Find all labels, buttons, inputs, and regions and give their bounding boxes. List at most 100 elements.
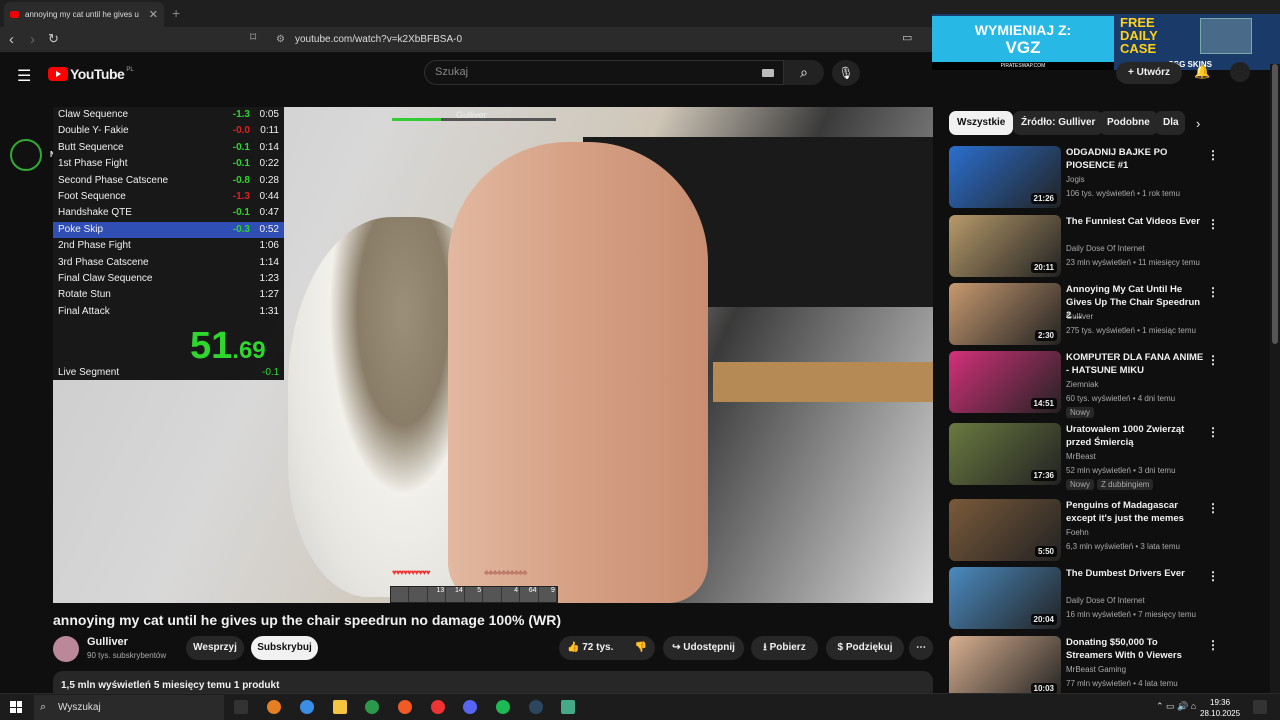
- app-icon[interactable]: [267, 700, 281, 714]
- video-thumbnail[interactable]: 14:51: [949, 351, 1061, 413]
- split-delta: -0.1: [232, 141, 250, 153]
- windows-start-icon[interactable]: [10, 701, 22, 713]
- url-field[interactable]: ⚙ youtube.com/watch?v=k2XbBFBSA-0: [270, 31, 910, 49]
- account-avatar[interactable]: [1230, 62, 1250, 82]
- cast-icon[interactable]: ▭: [902, 31, 912, 44]
- back-icon[interactable]: ‹: [9, 31, 14, 48]
- task-view-icon[interactable]: [234, 700, 248, 714]
- search-button[interactable]: ⌕: [784, 60, 824, 85]
- taskbar-search[interactable]: ⌕ Wyszukaj: [34, 695, 224, 720]
- notifications-bell-icon[interactable]: 🔔: [1194, 64, 1210, 80]
- split-row: 3rd Phase Catscene 1:14: [53, 255, 284, 271]
- more-options-icon[interactable]: ⋮: [1207, 425, 1219, 439]
- keyboard-icon[interactable]: [762, 69, 774, 77]
- filter-chip[interactable]: Dla: [1155, 111, 1185, 135]
- recommendation-channel[interactable]: MrBeast Gaming: [1066, 665, 1126, 674]
- recommendation-title[interactable]: KOMPUTER DLA FANA ANIME - HATSUNE MIKU: [1066, 351, 1206, 377]
- notification-center-icon[interactable]: [1253, 700, 1267, 714]
- reload-icon[interactable]: ↻: [48, 31, 59, 47]
- recommendation-item[interactable]: 20:11 The Funniest Cat Videos Ever Daily D…: [949, 215, 1259, 279]
- more-actions-button[interactable]: ⋯: [909, 636, 933, 660]
- brave-icon[interactable]: [398, 700, 412, 714]
- more-options-icon[interactable]: ⋮: [1207, 353, 1219, 367]
- app-icon[interactable]: [431, 700, 445, 714]
- filter-chip[interactable]: Podobne: [1099, 111, 1158, 135]
- spotify-icon[interactable]: [496, 700, 510, 714]
- more-options-icon[interactable]: ⋮: [1207, 638, 1219, 652]
- download-button[interactable]: ⭳ Pobierz: [751, 636, 818, 660]
- discord-icon[interactable]: [463, 700, 477, 714]
- voice-search-button[interactable]: 🎙: [832, 60, 860, 86]
- chrome-icon[interactable]: [365, 700, 379, 714]
- ad-banner[interactable]: WYMIENIAJ Z: VGZ PIRATESWAP.COM FREE DAI…: [932, 14, 1280, 70]
- recommendation-item[interactable]: 21:26 ODGADNIJ BAJKE PO PIOSENCE #1 Jogis 1…: [949, 146, 1259, 210]
- bookmark-icon[interactable]: ⌑: [250, 30, 256, 44]
- more-options-icon[interactable]: ⋮: [1207, 285, 1219, 299]
- page-scrollbar[interactable]: [1270, 64, 1280, 700]
- more-options-icon[interactable]: ⋮: [1207, 217, 1219, 231]
- minecraft-icon[interactable]: [561, 700, 575, 714]
- recommendation-title[interactable]: The Dumbest Drivers Ever: [1066, 567, 1206, 580]
- video-thumbnail[interactable]: 2:30: [949, 283, 1061, 345]
- filter-chip[interactable]: Wszystkie: [949, 111, 1014, 135]
- recommendation-channel[interactable]: Daily Dose Of Internet: [1066, 244, 1145, 253]
- recommendation-channel[interactable]: MrBeast: [1066, 452, 1096, 461]
- recommendation-meta: 77 mln wyświetleń • 4 lata temu: [1066, 679, 1178, 688]
- chevron-right-icon[interactable]: ›: [1196, 116, 1200, 131]
- recommendation-title[interactable]: Penguins of Madagascar except it's just …: [1066, 499, 1206, 525]
- new-tab-icon[interactable]: +: [172, 5, 180, 21]
- site-info-icon[interactable]: ⚙: [276, 31, 285, 49]
- side-channel-avatar[interactable]: [10, 139, 42, 171]
- more-options-icon[interactable]: ⋮: [1207, 569, 1219, 583]
- recommendation-item[interactable]: 5:50 Penguins of Madagascar except it's j…: [949, 499, 1259, 563]
- dislike-button[interactable]: 👎: [627, 636, 655, 660]
- recommendation-title[interactable]: ODGADNIJ BAJKE PO PIOSENCE #1: [1066, 146, 1206, 172]
- app-icon[interactable]: [300, 700, 314, 714]
- system-tray-icons[interactable]: ⌃ ▭ 🔊 ⌂: [1156, 701, 1196, 712]
- video-thumbnail[interactable]: 5:50: [949, 499, 1061, 561]
- subscribe-button[interactable]: Subskrybuj: [251, 636, 318, 660]
- channel-name[interactable]: Gulliver: [87, 636, 128, 648]
- create-button[interactable]: + Utwórz: [1116, 62, 1182, 84]
- youtube-logo[interactable]: YouTube PL: [48, 66, 134, 82]
- steam-icon[interactable]: [529, 700, 543, 714]
- download-label: Pobierz: [769, 642, 806, 653]
- hamburger-menu-icon[interactable]: ☰: [17, 66, 31, 86]
- file-explorer-icon[interactable]: [333, 700, 347, 714]
- recommendation-channel[interactable]: Daily Dose Of Internet: [1066, 596, 1145, 605]
- channel-avatar[interactable]: [53, 636, 79, 662]
- browser-tab[interactable]: annoying my cat until he gives u ✕: [4, 2, 164, 27]
- recommendation-title[interactable]: The Funniest Cat Videos Ever: [1066, 215, 1206, 228]
- recommendation-title[interactable]: Uratowałem 1000 Zwierząt przed Śmiercią: [1066, 423, 1206, 449]
- recommendation-item[interactable]: 2:30 Annoying My Cat Until He Gives Up Th…: [949, 283, 1259, 347]
- share-button[interactable]: ↪ Udostępnij: [663, 636, 744, 660]
- share-label: Udostępnij: [683, 642, 735, 653]
- video-thumbnail[interactable]: 10:03: [949, 636, 1061, 698]
- more-options-icon[interactable]: ⋮: [1207, 148, 1219, 162]
- support-button[interactable]: Wesprzyj: [186, 636, 244, 660]
- speedrun-timer: 51.69: [190, 325, 266, 368]
- forward-icon[interactable]: ›: [30, 31, 35, 48]
- recommendation-item[interactable]: 20:04 The Dumbest Drivers Ever Daily Dose …: [949, 567, 1259, 631]
- filter-chip[interactable]: Źródło: Gulliver: [1013, 111, 1104, 135]
- recommendation-channel[interactable]: Foehn: [1066, 528, 1089, 537]
- close-tab-icon[interactable]: ✕: [149, 8, 158, 21]
- video-thumbnail[interactable]: 20:04: [949, 567, 1061, 629]
- recommendation-channel[interactable]: Ziemniak: [1066, 380, 1098, 389]
- video-thumbnail[interactable]: 21:26: [949, 146, 1061, 208]
- recommendation-item[interactable]: 10:03 Donating $50,000 To Streamers With …: [949, 636, 1259, 700]
- recommendation-item[interactable]: 14:51 KOMPUTER DLA FANA ANIME - HATSUNE M…: [949, 351, 1259, 418]
- scrollbar-thumb[interactable]: [1272, 64, 1278, 344]
- hotbar-slot: 13: [428, 587, 447, 602]
- video-thumbnail[interactable]: 17:36: [949, 423, 1061, 485]
- thanks-button[interactable]: $ Podziękuj: [826, 636, 904, 660]
- recommendation-channel[interactable]: Jogis: [1066, 175, 1085, 184]
- recommendation-channel[interactable]: Gulliver: [1066, 312, 1093, 321]
- recommendation-item[interactable]: 17:36 Uratowałem 1000 Zwierząt przed Śmie…: [949, 423, 1259, 490]
- recommendation-title[interactable]: Donating $50,000 To Streamers With 0 Vie…: [1066, 636, 1206, 662]
- like-button[interactable]: 👍 72 tys.: [559, 636, 627, 660]
- search-input[interactable]: Szukaj: [424, 60, 784, 85]
- video-thumbnail[interactable]: 20:11: [949, 215, 1061, 277]
- more-options-icon[interactable]: ⋮: [1207, 501, 1219, 515]
- taskbar-clock[interactable]: 19:36 28.10.2025: [1200, 697, 1240, 719]
